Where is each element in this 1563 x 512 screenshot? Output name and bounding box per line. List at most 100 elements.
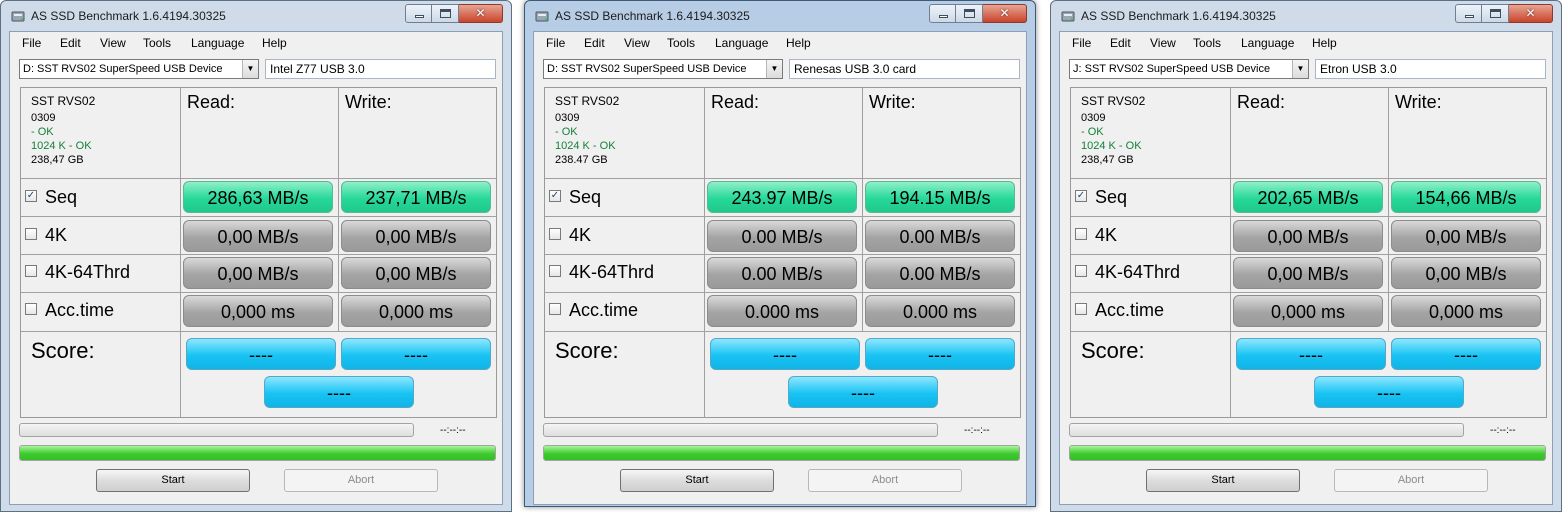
- grid-divider: [21, 331, 496, 332]
- row-seq-label[interactable]: ✓ Seq: [1075, 185, 1127, 209]
- seq-write-value: 194.15 MB/s: [865, 181, 1015, 213]
- menu-file[interactable]: File: [22, 36, 41, 50]
- checkbox-4k64[interactable]: [25, 265, 37, 278]
- row-4k64-label[interactable]: 4K-64Thrd: [1075, 260, 1180, 284]
- row-4k-label[interactable]: 4K: [25, 223, 67, 247]
- progress-fill: [20, 446, 495, 460]
- row-label-text: 4K-64Thrd: [45, 262, 131, 282]
- elapsed-time: --:--:--: [964, 425, 990, 436]
- row-acctime-label[interactable]: Acc.time: [1075, 298, 1164, 322]
- checkbox-acctime[interactable]: [549, 303, 561, 316]
- menu-tools[interactable]: Tools: [667, 36, 695, 50]
- close-button[interactable]: ✕: [1509, 4, 1553, 23]
- abort-button[interactable]: Abort: [808, 469, 962, 492]
- row-4k64-label[interactable]: 4K-64Thrd: [25, 260, 130, 284]
- checkbox-seq-checked[interactable]: ✓: [549, 190, 561, 203]
- row-4k-label[interactable]: 4K: [549, 223, 591, 247]
- menu-language[interactable]: Language: [715, 36, 768, 50]
- 4k-read-value: 0.00 MB/s: [707, 220, 857, 252]
- grid-divider: [21, 178, 496, 179]
- row-acctime-label[interactable]: Acc.time: [549, 298, 638, 322]
- checkbox-4k64[interactable]: [1075, 265, 1087, 278]
- row-4k-label[interactable]: 4K: [1075, 223, 1117, 247]
- close-button[interactable]: ✕: [983, 4, 1027, 23]
- score-total: ----: [264, 376, 414, 408]
- row-acctime-label[interactable]: Acc.time: [25, 298, 114, 322]
- start-button[interactable]: Start: [620, 469, 774, 492]
- menu-file[interactable]: File: [546, 36, 565, 50]
- drive-info: SST RVS02 0309 - OK 1024 K - OK 238,47 G…: [31, 94, 95, 167]
- checkbox-4k[interactable]: [549, 228, 561, 241]
- chevron-down-icon[interactable]: ▼: [242, 60, 258, 78]
- checkbox-acctime[interactable]: [1075, 303, 1087, 316]
- menu-help[interactable]: Help: [262, 36, 287, 50]
- minimize-button[interactable]: [405, 4, 432, 23]
- chevron-down-icon[interactable]: ▼: [766, 60, 782, 78]
- menu-edit[interactable]: Edit: [1110, 36, 1131, 50]
- minimize-icon: [939, 15, 948, 18]
- maximize-button[interactable]: [956, 4, 983, 23]
- menu-tools[interactable]: Tools: [1193, 36, 1221, 50]
- start-button[interactable]: Start: [96, 469, 250, 492]
- drive-select[interactable]: J: SST RVS02 SuperSpeed USB Device ▼: [1069, 59, 1309, 79]
- 4k-write-value: 0,00 MB/s: [341, 220, 491, 252]
- note-field[interactable]: Etron USB 3.0: [1315, 59, 1546, 79]
- 4k64-read-value: 0,00 MB/s: [1233, 257, 1383, 289]
- menu-help[interactable]: Help: [1312, 36, 1337, 50]
- score-total: ----: [1314, 376, 1464, 408]
- menu-edit[interactable]: Edit: [584, 36, 605, 50]
- results-grid: SST RVS02 0309 - OK 1024 K - OK 238.47 G…: [544, 87, 1021, 418]
- checkbox-4k[interactable]: [25, 228, 37, 241]
- drive-select[interactable]: D: SST RVS02 SuperSpeed USB Device ▼: [19, 59, 259, 79]
- drive-size: 238,47 GB: [31, 154, 84, 166]
- minimize-button[interactable]: [929, 4, 956, 23]
- menu-view[interactable]: View: [1150, 36, 1176, 50]
- minimize-button[interactable]: [1455, 4, 1482, 23]
- note-field[interactable]: Renesas USB 3.0 card: [789, 59, 1020, 79]
- seq-read-value: 243.97 MB/s: [707, 181, 857, 213]
- checkbox-4k[interactable]: [1075, 228, 1087, 241]
- title-bar[interactable]: AS SSD Benchmark 1.6.4194.30325 ✕: [1051, 1, 1561, 31]
- menu-edit[interactable]: Edit: [60, 36, 81, 50]
- drive-firmware: 0309: [555, 112, 580, 124]
- 4k64-write-value: 0,00 MB/s: [1391, 257, 1541, 289]
- progress-bar-total: [1069, 445, 1546, 461]
- title-bar[interactable]: AS SSD Benchmark 1.6.4194.30325 ✕: [525, 1, 1035, 31]
- menu-language[interactable]: Language: [191, 36, 244, 50]
- acctime-read-value: 0,000 ms: [183, 295, 333, 327]
- row-seq-label[interactable]: ✓ Seq: [25, 185, 77, 209]
- score-total: ----: [788, 376, 938, 408]
- menu-help[interactable]: Help: [786, 36, 811, 50]
- abort-button[interactable]: Abort: [284, 469, 438, 492]
- grid-divider: [704, 88, 705, 417]
- grid-divider: [862, 88, 863, 332]
- checkbox-seq-checked[interactable]: ✓: [1075, 190, 1087, 203]
- maximize-button[interactable]: [432, 4, 459, 23]
- close-button[interactable]: ✕: [459, 4, 503, 23]
- 4k64-write-value: 0,00 MB/s: [341, 257, 491, 289]
- drive-select[interactable]: D: SST RVS02 SuperSpeed USB Device ▼: [543, 59, 783, 79]
- progress-bar-total: [19, 445, 496, 461]
- grid-divider: [21, 292, 496, 293]
- checkbox-acctime[interactable]: [25, 303, 37, 316]
- chevron-down-icon[interactable]: ▼: [1292, 60, 1308, 78]
- checkbox-seq-checked[interactable]: ✓: [25, 190, 37, 203]
- menu-view[interactable]: View: [624, 36, 650, 50]
- menu-tools[interactable]: Tools: [143, 36, 171, 50]
- row-4k64-label[interactable]: 4K-64Thrd: [549, 260, 654, 284]
- menu-view[interactable]: View: [100, 36, 126, 50]
- hard-drive-icon: [535, 11, 549, 22]
- abort-button[interactable]: Abort: [1334, 469, 1488, 492]
- note-field[interactable]: Intel Z77 USB 3.0: [265, 59, 496, 79]
- menu-language[interactable]: Language: [1241, 36, 1294, 50]
- alignment-status: 1024 K - OK: [31, 140, 92, 152]
- 4k-read-value: 0,00 MB/s: [1233, 220, 1383, 252]
- checkbox-4k64[interactable]: [549, 265, 561, 278]
- row-seq-label[interactable]: ✓ Seq: [549, 185, 601, 209]
- start-button[interactable]: Start: [1146, 469, 1300, 492]
- grid-divider: [1071, 178, 1546, 179]
- maximize-button[interactable]: [1482, 4, 1509, 23]
- menu-file[interactable]: File: [1072, 36, 1091, 50]
- title-bar[interactable]: AS SSD Benchmark 1.6.4194.30325 ✕: [1, 1, 511, 31]
- hard-drive-icon: [1061, 11, 1075, 22]
